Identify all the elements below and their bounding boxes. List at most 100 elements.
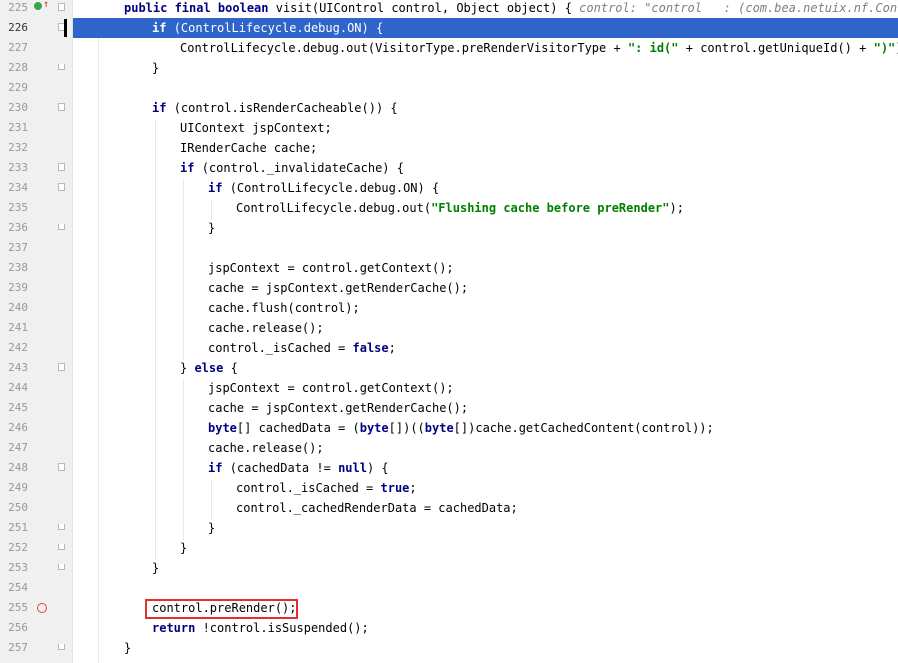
line-number: 256 — [8, 621, 28, 634]
code-text: control._cachedRenderData = cachedData; — [236, 501, 518, 515]
code-text: if (ControlLifecycle.debug.ON) { — [208, 181, 440, 195]
code-text: cache = jspContext.getRenderCache(); — [208, 401, 469, 415]
code-line-239[interactable]: 239 cache = jspContext.getRenderCache(); — [0, 278, 898, 298]
line-number: 253 — [8, 561, 28, 574]
line-number: 245 — [8, 401, 28, 414]
code-text: ControlLifecycle.debug.out("Flushing cac… — [236, 201, 684, 215]
code-text: byte[] cachedData = (byte[])((byte[])cac… — [208, 421, 714, 435]
code-line-225[interactable]: 225 ↑ public final boolean visit(UIContr… — [0, 0, 898, 18]
fold-end-icon[interactable] — [58, 224, 65, 230]
code-editor[interactable]: 225 ↑ public final boolean visit(UIContr… — [0, 0, 898, 663]
code-text: control._isCached = false; — [208, 341, 396, 355]
code-text: public final boolean visit(UIControl con… — [124, 0, 898, 18]
code-text: } — [208, 521, 216, 535]
gutter-line-226[interactable]: 226 — [0, 18, 73, 38]
line-number: 230 — [8, 101, 28, 114]
code-line-252[interactable]: 252 } — [0, 538, 898, 558]
code-text: cache = jspContext.getRenderCache(); — [208, 281, 469, 295]
line-number: 227 — [8, 41, 28, 54]
code-line-249[interactable]: 249 control._isCached = true; — [0, 478, 898, 498]
line-number: 240 — [8, 301, 28, 314]
code-text: jspContext = control.getContext(); — [208, 381, 454, 395]
code-line-250[interactable]: 250 control._cachedRenderData = cachedDa… — [0, 498, 898, 518]
fold-end-icon[interactable] — [58, 644, 65, 650]
line-number: 244 — [8, 381, 28, 394]
code-text: jspContext = control.getContext(); — [208, 261, 454, 275]
code-line-247[interactable]: 247 cache.release(); — [0, 438, 898, 458]
code-text: cache.release(); — [208, 321, 324, 335]
code-line-233[interactable]: 233 if (control._invalidateCache) { — [0, 158, 898, 178]
fold-end-icon[interactable] — [58, 524, 65, 530]
line-number: 246 — [8, 421, 28, 434]
line-number: 254 — [8, 581, 28, 594]
line-number: 239 — [8, 281, 28, 294]
highlight-box — [145, 599, 298, 619]
fold-icon[interactable] — [58, 103, 65, 111]
code-text: } — [152, 561, 160, 575]
text-caret — [64, 19, 67, 37]
fold-icon[interactable] — [58, 3, 65, 11]
line-number: 234 — [8, 181, 28, 194]
code-text: ControlLifecycle.debug.out(VisitorType.p… — [180, 41, 898, 55]
code-line-236[interactable]: 236 } — [0, 218, 898, 238]
line-number: 233 — [8, 161, 28, 174]
code-line-230[interactable]: 230 if (control.isRenderCacheable()) { — [0, 98, 898, 118]
arrow-up-icon[interactable]: ↑ — [43, 0, 49, 11]
code-line-253[interactable]: 253 } — [0, 558, 898, 578]
code-line-242[interactable]: 242 control._isCached = false; — [0, 338, 898, 358]
override-marker-icon[interactable] — [34, 2, 42, 10]
debug-inline-value: control: "control : (com.bea.netuix.nf.C… — [579, 1, 898, 15]
code-line-254[interactable]: 254 — [0, 578, 898, 598]
code-text: control._isCached = true; — [236, 481, 417, 495]
code-line-228[interactable]: 228 } — [0, 58, 898, 78]
code-line-232[interactable]: 232 IRenderCache cache; — [0, 138, 898, 158]
code-line-235[interactable]: 235 ControlLifecycle.debug.out("Flushing… — [0, 198, 898, 218]
fold-end-icon[interactable] — [58, 564, 65, 570]
code-line-245[interactable]: 245 cache = jspContext.getRenderCache(); — [0, 398, 898, 418]
code-line-226-selected[interactable]: if (ControlLifecycle.debug.ON) { — [73, 18, 898, 38]
code-text: return !control.isSuspended(); — [152, 621, 369, 635]
fold-end-icon[interactable] — [58, 64, 65, 70]
line-number: 232 — [8, 141, 28, 154]
code-line-257[interactable]: 257 } — [0, 638, 898, 658]
fold-icon[interactable] — [58, 463, 65, 471]
fold-icon[interactable] — [58, 163, 65, 171]
code-line-256[interactable]: 256 return !control.isSuspended(); — [0, 618, 898, 638]
code-text: IRenderCache cache; — [180, 141, 318, 155]
line-number: 251 — [8, 521, 28, 534]
code-line-246[interactable]: 246 byte[] cachedData = (byte[])((byte[]… — [0, 418, 898, 438]
code-text: UIContext jspContext; — [180, 121, 332, 135]
breakpoint-icon[interactable] — [37, 603, 47, 613]
code-text: if (control.isRenderCacheable()) { — [152, 101, 398, 115]
line-number: 257 — [8, 641, 28, 654]
code-line-234[interactable]: 234 if (ControlLifecycle.debug.ON) { — [0, 178, 898, 198]
code-line-248[interactable]: 248 if (cachedData != null) { — [0, 458, 898, 478]
line-number: 235 — [8, 201, 28, 214]
code-line-255[interactable]: 255 control.preRender(); — [0, 598, 898, 618]
fold-icon[interactable] — [58, 183, 65, 191]
code-text: cache.flush(control); — [208, 301, 360, 315]
code-line-240[interactable]: 240 cache.flush(control); — [0, 298, 898, 318]
code-text: if (control._invalidateCache) { — [180, 161, 404, 175]
line-number: 255 — [8, 601, 28, 614]
line-number: 241 — [8, 321, 28, 334]
line-number: 238 — [8, 261, 28, 274]
code-line-237[interactable]: 237 — [0, 238, 898, 258]
line-number: 226 — [8, 21, 28, 34]
line-number: 250 — [8, 501, 28, 514]
fold-end-icon[interactable] — [58, 544, 65, 550]
code-line-241[interactable]: 241 cache.release(); — [0, 318, 898, 338]
fold-icon[interactable] — [58, 363, 65, 371]
line-number: 231 — [8, 121, 28, 134]
code-line-238[interactable]: 238 jspContext = control.getContext(); — [0, 258, 898, 278]
line-number: 236 — [8, 221, 28, 234]
code-line-229[interactable]: 229 — [0, 78, 898, 98]
line-number: 249 — [8, 481, 28, 494]
line-number: 252 — [8, 541, 28, 554]
code-line-231[interactable]: 231 UIContext jspContext; — [0, 118, 898, 138]
code-line-243[interactable]: 243 } else { — [0, 358, 898, 378]
code-line-251[interactable]: 251 } — [0, 518, 898, 538]
code-line-244[interactable]: 244 jspContext = control.getContext(); — [0, 378, 898, 398]
code-text: if (ControlLifecycle.debug.ON) { — [152, 21, 384, 35]
code-line-227[interactable]: 227 ControlLifecycle.debug.out(VisitorTy… — [0, 38, 898, 58]
